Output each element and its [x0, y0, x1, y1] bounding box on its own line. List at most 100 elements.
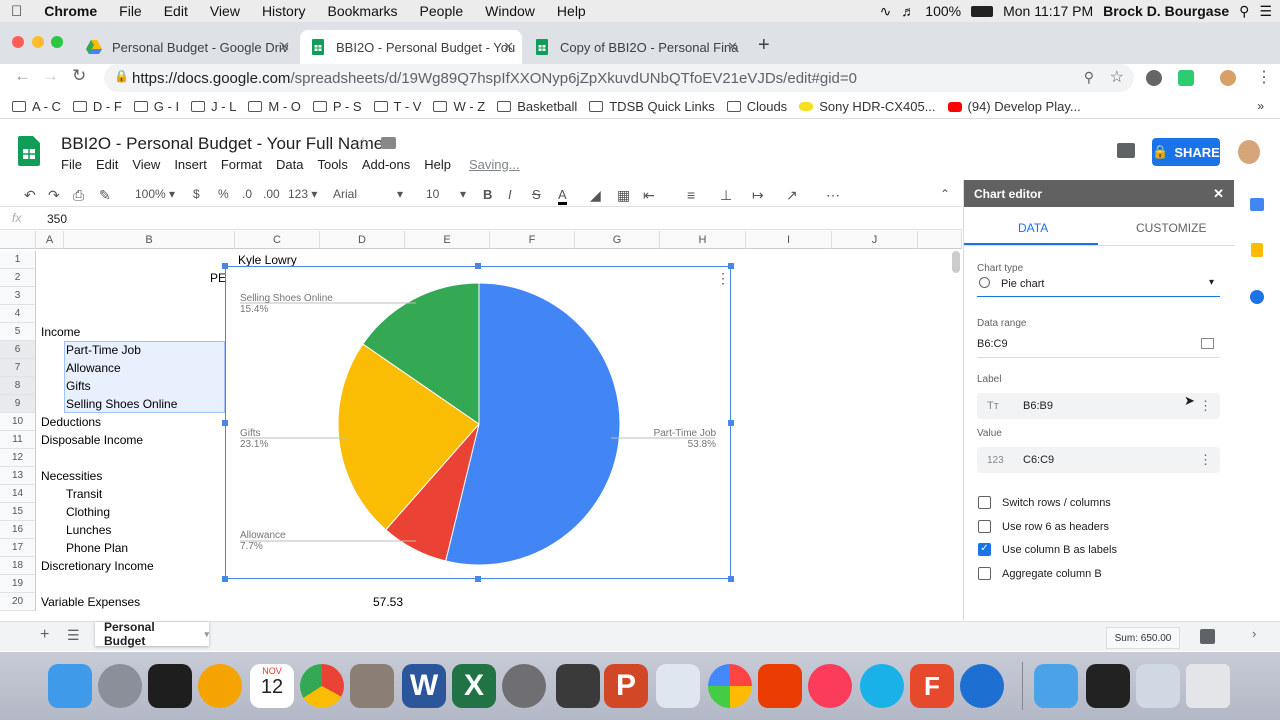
tab-customize[interactable]: CUSTOMIZE [1136, 221, 1206, 235]
sheet-tab-personal-budget[interactable]: Personal Budget ▾ [95, 620, 209, 648]
close-tab-icon[interactable]: ✕ [727, 39, 738, 55]
horizontal-align-icon[interactable]: ≡ [687, 187, 695, 203]
itunes-icon[interactable] [808, 664, 852, 708]
printer-icon[interactable] [556, 664, 600, 708]
italic-button[interactable]: I [508, 187, 512, 202]
close-tab-icon[interactable]: ✕ [279, 39, 290, 55]
contacts-icon[interactable] [350, 664, 394, 708]
column-header[interactable]: H [660, 231, 746, 249]
new-tab-icon[interactable]: + [758, 34, 770, 57]
column-header[interactable]: B [64, 231, 235, 249]
share-button[interactable]: 🔒 SHARE [1152, 138, 1220, 166]
extension-icon[interactable] [1146, 70, 1162, 86]
more-bookmarks-icon[interactable]: » [1257, 99, 1264, 113]
cell-d20[interactable]: 57.53 [320, 593, 403, 611]
row-header[interactable]: 20 [0, 593, 36, 611]
cell-b9[interactable]: Selling Shoes Online [66, 395, 177, 413]
cell-b15[interactable]: Clothing [66, 503, 110, 521]
sum-display[interactable]: Sum: 650.00 [1106, 627, 1180, 649]
minimize-window-button[interactable] [32, 36, 44, 48]
stack-icon[interactable] [1136, 664, 1180, 708]
zoom-window-button[interactable] [51, 36, 63, 48]
tab-data[interactable]: DATA [1018, 221, 1048, 235]
bookmark-folder[interactable]: TDSB Quick Links [589, 99, 715, 114]
bookmark-folder[interactable]: P - S [312, 99, 362, 114]
app-icon[interactable] [198, 664, 242, 708]
print-icon[interactable]: ⎙ [73, 187, 84, 204]
close-icon[interactable]: ✕ [1213, 186, 1224, 202]
strikethrough-button[interactable]: S [532, 187, 541, 202]
value-range-field[interactable]: 123 C6:C9 ⋮ [977, 447, 1220, 473]
bookmark-folder[interactable]: J - L [191, 99, 236, 114]
bookmark-folder[interactable]: T - V [373, 99, 421, 114]
menu-format[interactable]: Format [221, 157, 262, 172]
cell-b17[interactable]: Phone Plan [66, 539, 128, 557]
spotlight-icon[interactable]: ⚲ [1239, 3, 1249, 20]
chart-type-select[interactable]: Pie chart ▾ [977, 276, 1220, 297]
decrease-decimal-button[interactable]: .0 [242, 187, 252, 201]
menu-tools[interactable]: Tools [317, 157, 347, 172]
grid-select-icon[interactable] [1201, 338, 1214, 349]
extension-icon[interactable] [1178, 70, 1194, 86]
chart-menu-icon[interactable]: ⋮ [716, 270, 730, 287]
move-folder-icon[interactable] [381, 137, 396, 149]
borders-icon[interactable]: ▦ [617, 187, 630, 204]
resize-handle[interactable] [222, 576, 228, 582]
column-header[interactable]: D [320, 231, 405, 249]
column-header[interactable]: J [832, 231, 918, 249]
percent-format-button[interactable]: % [218, 187, 229, 201]
column-header[interactable]: F [490, 231, 575, 249]
row-header[interactable]: 12 [0, 449, 36, 467]
trash-icon[interactable] [1186, 664, 1230, 708]
bold-button[interactable]: B [483, 187, 492, 202]
row-header[interactable]: 1 [0, 251, 36, 269]
cell-b16[interactable]: Lunches [66, 521, 111, 539]
cell-b7[interactable]: Allowance [66, 359, 121, 377]
row-header[interactable]: 9 [0, 395, 36, 413]
launchpad-icon[interactable] [98, 664, 142, 708]
document-title[interactable]: BBI2O - Personal Budget - Your Full Name [61, 134, 383, 154]
row-header[interactable]: 4 [0, 305, 36, 323]
forward-icon[interactable]: → [42, 66, 59, 86]
cell-b8[interactable]: Gifts [66, 377, 91, 395]
more-icon[interactable]: ⋯ [826, 187, 840, 204]
calendar-app-icon[interactable]: NOV 12 [250, 664, 294, 708]
menu-view[interactable]: View [132, 157, 160, 172]
undo-icon[interactable]: ↶ [24, 187, 36, 204]
menu-history[interactable]: History [251, 3, 317, 19]
menu-bookmarks[interactable]: Bookmarks [317, 3, 409, 19]
pie-chart[interactable]: ⋮ Selling Shoes Online 15.4% Gifts 23.1% A… [222, 263, 734, 582]
paint-format-icon[interactable]: ✎ [99, 187, 111, 204]
row-header[interactable]: 13 [0, 467, 36, 485]
calendar-icon[interactable] [1250, 198, 1264, 211]
text-wrapping-icon[interactable]: ↦ [752, 187, 764, 204]
row-header[interactable]: 11 [0, 431, 36, 449]
font-select[interactable]: Arial ▾ [333, 187, 403, 201]
bookmark-star-icon[interactable]: ☆ [1110, 67, 1124, 87]
formula-input[interactable]: 350 [47, 212, 67, 226]
bookmark-folder[interactable]: D - F [72, 99, 122, 114]
menu-data[interactable]: Data [276, 157, 303, 172]
explore-icon[interactable] [1200, 629, 1215, 644]
column-header[interactable]: I [746, 231, 832, 249]
row-header[interactable]: 6 [0, 341, 36, 359]
tab-bbi2o-budget[interactable]: BBI2O - Personal Budget - You ✕ [300, 30, 522, 64]
corner-select[interactable] [0, 231, 36, 249]
resize-handle[interactable] [475, 263, 481, 269]
currency-format-button[interactable]: $ [193, 187, 200, 201]
more-options-icon[interactable]: ⋮ [1199, 398, 1212, 414]
row-header[interactable]: 15 [0, 503, 36, 521]
bookmark-folder[interactable]: W - Z [433, 99, 485, 114]
photos-icon[interactable] [708, 664, 752, 708]
switch-rows-columns-checkbox[interactable] [978, 496, 991, 509]
use-row-headers-checkbox[interactable] [978, 520, 991, 533]
finder-icon[interactable] [48, 664, 92, 708]
zoom-icon[interactable]: ⚲ [1084, 69, 1094, 86]
merge-cells-icon[interactable]: ⇤ [643, 187, 655, 204]
row-header[interactable]: 18 [0, 557, 36, 575]
battery-percent[interactable]: 100% [925, 3, 961, 19]
resize-handle[interactable] [222, 263, 228, 269]
apple-icon[interactable]:  [0, 3, 33, 20]
cell-a11[interactable]: Disposable Income [41, 431, 143, 449]
cell-b6[interactable]: Part-Time Job [66, 341, 141, 359]
